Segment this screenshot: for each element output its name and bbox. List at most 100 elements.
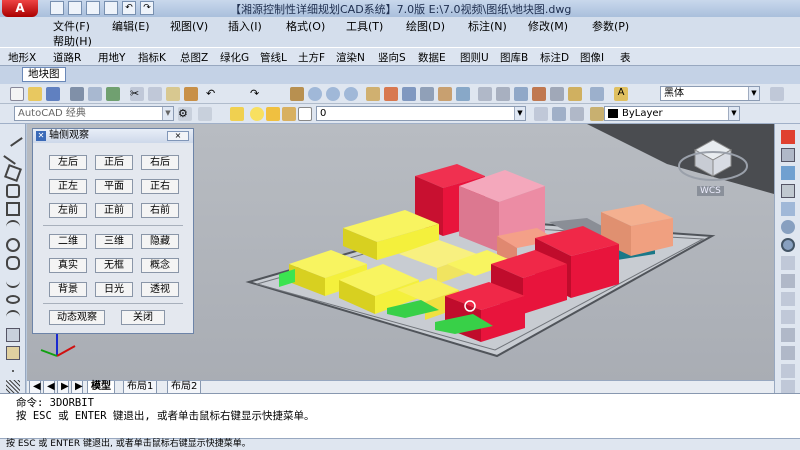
zoom-window-icon[interactable] <box>326 87 340 101</box>
insert-block-icon[interactable] <box>6 328 20 342</box>
menu-format[interactable]: 格式(O) <box>286 18 325 34</box>
perspective-button[interactable]: 透视 <box>141 282 179 297</box>
menu-modify[interactable]: 修改(M) <box>528 18 568 34</box>
menu-tools[interactable]: 工具(T) <box>346 18 383 34</box>
layer-properties-icon[interactable] <box>230 107 244 121</box>
view-left-button[interactable]: 正左 <box>49 179 87 194</box>
markup-icon[interactable] <box>438 87 452 101</box>
ctb-vertical[interactable]: 竖向S <box>378 50 406 65</box>
zoom-realtime-icon[interactable] <box>308 87 322 101</box>
pan-icon[interactable] <box>290 87 304 101</box>
menu-file[interactable]: 文件(F) <box>53 18 90 34</box>
view-right-front-button[interactable]: 右前 <box>141 203 179 218</box>
ellipse-icon[interactable] <box>6 295 20 304</box>
layer-previous-icon[interactable] <box>552 107 566 121</box>
layer-select[interactable]: 0 ▼ <box>316 106 526 121</box>
application-menu-button[interactable]: A <box>2 0 38 17</box>
layer-isolate-icon[interactable] <box>590 107 604 121</box>
ctb-earthwork[interactable]: 土方F <box>298 50 325 65</box>
workspace-settings-icon[interactable]: ⚙ <box>178 107 192 121</box>
view-right-back-button[interactable]: 右后 <box>141 155 179 170</box>
open-file-icon[interactable] <box>68 1 82 15</box>
copy-object-icon[interactable] <box>781 148 795 162</box>
tool-palettes-icon[interactable] <box>402 87 416 101</box>
ctb-terrain[interactable]: 地形X <box>8 50 36 65</box>
extend-icon[interactable] <box>781 310 795 324</box>
fillet-icon[interactable] <box>781 380 795 394</box>
scale-icon[interactable] <box>781 256 795 270</box>
spline-icon[interactable] <box>6 274 20 288</box>
design-center-icon[interactable] <box>384 87 398 101</box>
undo-icon[interactable]: ↶ <box>206 87 220 101</box>
menu-draw[interactable]: 绘图(D) <box>406 18 445 34</box>
new-file-icon[interactable] <box>50 1 64 15</box>
panel-close-icon[interactable]: × <box>167 131 189 141</box>
sunlight-button[interactable]: 日光 <box>95 282 133 297</box>
offset-icon[interactable] <box>781 184 795 198</box>
ctb-site-plan[interactable]: 总图Z <box>180 50 208 65</box>
match-properties-icon[interactable] <box>184 87 198 101</box>
trim-icon[interactable] <box>781 292 795 306</box>
properties-icon[interactable] <box>366 87 380 101</box>
polygon-icon[interactable] <box>6 184 20 198</box>
ctb-image[interactable]: 图像I <box>580 50 604 65</box>
undo-icon[interactable]: ↶ <box>122 1 136 15</box>
ctb-library[interactable]: 图库B <box>500 50 528 65</box>
make-block-icon[interactable] <box>6 346 20 360</box>
ctb-table[interactable]: 表 <box>620 50 631 65</box>
join-icon[interactable] <box>781 346 795 360</box>
sheet-set-icon[interactable] <box>420 87 434 101</box>
ctb-road[interactable]: 道路R <box>53 50 81 65</box>
table-style-icon[interactable] <box>496 87 510 101</box>
mode-noframe-button[interactable]: 无框 <box>95 258 133 273</box>
menu-params[interactable]: 参数(P) <box>592 18 629 34</box>
mode-3d-button[interactable]: 三维 <box>95 234 133 249</box>
menu-edit[interactable]: 编辑(E) <box>112 18 150 34</box>
point-icon[interactable] <box>6 364 20 378</box>
stretch-icon[interactable] <box>781 274 795 288</box>
construction-line-icon[interactable] <box>3 145 23 165</box>
circle-icon[interactable] <box>6 238 20 252</box>
save-icon[interactable] <box>46 87 60 101</box>
rotate-icon[interactable] <box>781 238 795 252</box>
linetype-select[interactable]: ByLayer ▼ <box>604 106 740 121</box>
new-icon[interactable] <box>10 87 24 101</box>
view-right-button[interactable]: 正右 <box>141 179 179 194</box>
ctb-data[interactable]: 数据E <box>418 50 446 65</box>
view-left-back-button[interactable]: 左后 <box>49 155 87 170</box>
hatch-icon[interactable] <box>6 380 20 394</box>
ctb-landuse[interactable]: 用地Y <box>98 50 125 65</box>
drawing-tab[interactable]: 地块图 <box>22 67 66 82</box>
view-front-button[interactable]: 正前 <box>95 203 133 218</box>
mode-hidden-button[interactable]: 隐藏 <box>141 234 179 249</box>
workspace-save-icon[interactable] <box>198 107 212 121</box>
command-window[interactable]: 命令: 3DORBIT 按 ESC 或 ENTER 键退出, 或者单击鼠标右键显… <box>0 393 800 438</box>
arc-icon[interactable] <box>6 220 20 234</box>
layer-freeze-icon[interactable] <box>266 107 280 121</box>
mirror-icon[interactable] <box>781 166 795 180</box>
mode-2d-button[interactable]: 二维 <box>49 234 87 249</box>
polyline-icon[interactable] <box>4 164 22 182</box>
text-style-icon[interactable] <box>550 87 564 101</box>
print-icon[interactable] <box>104 1 118 15</box>
mode-conceptual-button[interactable]: 概念 <box>141 258 179 273</box>
ctb-greening[interactable]: 绿化G <box>220 50 249 65</box>
break-icon[interactable] <box>781 328 795 342</box>
menu-insert[interactable]: 插入(I) <box>228 18 262 34</box>
text-style-a-icon[interactable]: A <box>614 87 628 101</box>
layer-color-icon[interactable] <box>298 107 312 121</box>
view-back-button[interactable]: 正后 <box>95 155 133 170</box>
line-icon[interactable] <box>3 127 23 147</box>
dynamic-orbit-button[interactable]: 动态观察 <box>49 310 105 325</box>
make-current-icon[interactable] <box>534 107 548 121</box>
open-icon[interactable] <box>28 87 42 101</box>
multileader-icon[interactable] <box>514 87 528 101</box>
ctb-drawing-rules[interactable]: 图则U <box>460 50 489 65</box>
style-icon[interactable] <box>568 87 582 101</box>
menu-dimension[interactable]: 标注(N) <box>468 18 507 34</box>
ellipse-arc-icon[interactable] <box>6 310 20 324</box>
layer-on-icon[interactable] <box>250 107 264 121</box>
zoom-previous-icon[interactable] <box>344 87 358 101</box>
paste-icon[interactable] <box>166 87 180 101</box>
move-icon[interactable] <box>781 220 795 234</box>
